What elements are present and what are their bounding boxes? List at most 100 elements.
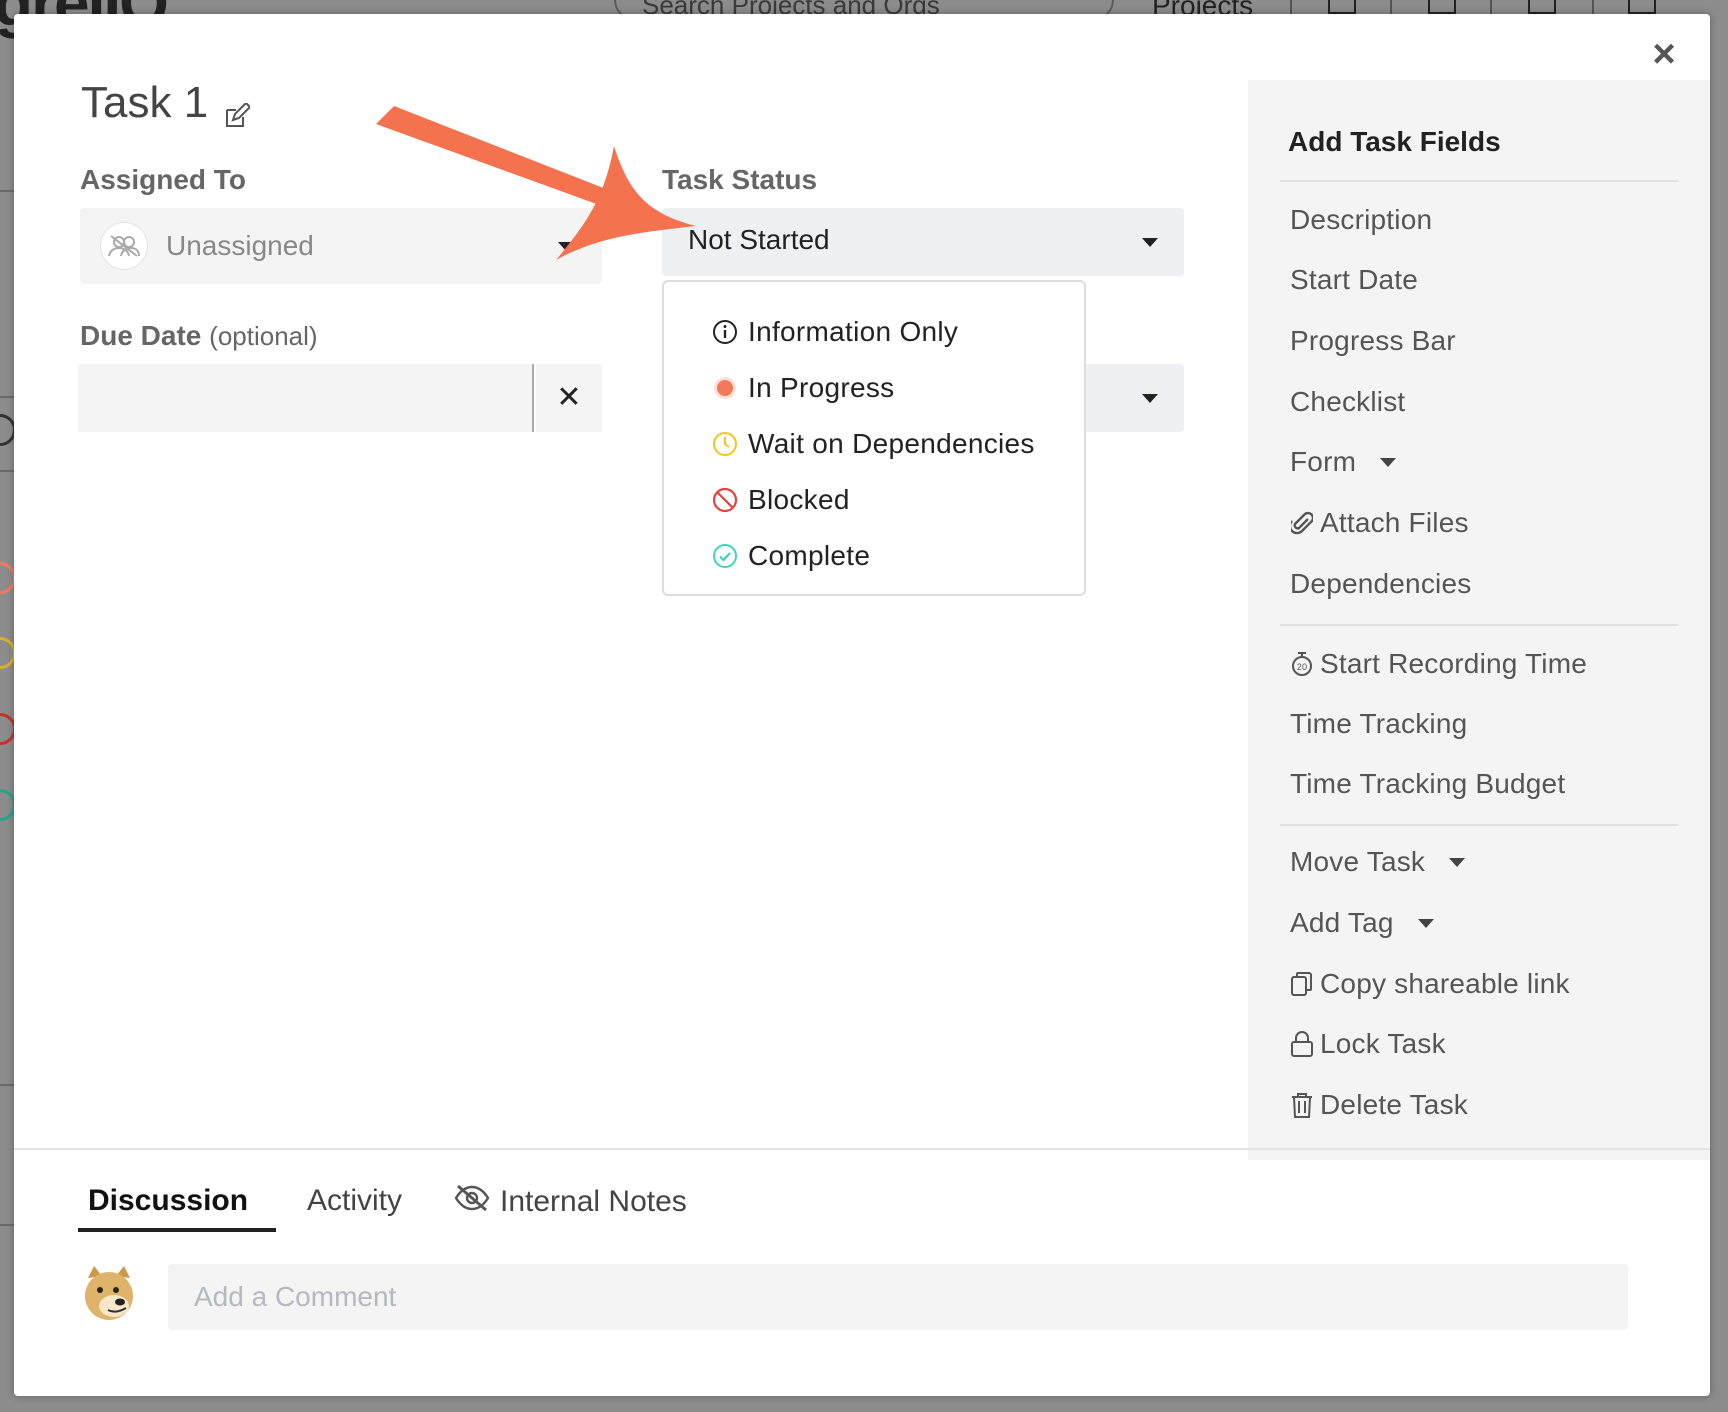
divider <box>0 1224 14 1226</box>
nav-divider <box>1390 0 1392 14</box>
task-title-text: Task 1 <box>81 78 209 127</box>
status-option-information-only[interactable]: Information Only <box>664 304 1084 360</box>
attach-files-button[interactable]: Attach Files <box>1290 507 1469 539</box>
add-progress-bar-button[interactable]: Progress Bar <box>1290 325 1456 357</box>
divider <box>0 470 14 472</box>
home-icon <box>1628 0 1656 14</box>
nav-divider <box>1490 0 1492 14</box>
status-option-label: Wait on Dependencies <box>748 428 1035 459</box>
divider <box>0 190 14 192</box>
trash-icon <box>1290 1092 1314 1118</box>
item-label: Start Recording Time <box>1320 648 1587 679</box>
item-label: Lock Task <box>1320 1028 1446 1059</box>
user-avatar <box>80 1264 138 1324</box>
copy-icon <box>1290 971 1314 997</box>
item-label: Progress Bar <box>1290 325 1456 356</box>
add-start-date-button[interactable]: Start Date <box>1290 264 1418 296</box>
divider <box>14 1148 1710 1150</box>
divider <box>0 396 14 398</box>
status-dropdown-menu: Information Only In Progress Wait on Dep… <box>662 280 1086 596</box>
tab-label: Discussion <box>88 1184 249 1217</box>
due-date-label-text: Due Date <box>80 320 202 351</box>
add-checklist-button[interactable]: Checklist <box>1290 386 1405 418</box>
lock-task-button[interactable]: Lock Task <box>1290 1028 1446 1060</box>
item-label: Attach Files <box>1320 507 1469 538</box>
clock-icon <box>712 431 738 457</box>
lock-icon <box>1290 1031 1314 1057</box>
eye-slash-icon <box>454 1184 490 1220</box>
item-label: Start Date <box>1290 264 1419 295</box>
assigned-to-label: Assigned To <box>80 164 246 195</box>
time-tracking-button[interactable]: Time Tracking <box>1290 708 1467 740</box>
item-label: Form <box>1290 446 1357 477</box>
item-label: Dependencies <box>1290 568 1472 599</box>
comment-input[interactable] <box>168 1264 1628 1330</box>
time-tracking-budget-button[interactable]: Time Tracking Budget <box>1290 768 1565 800</box>
check-circle-icon <box>712 543 738 569</box>
optional-hint: (optional) <box>209 321 318 351</box>
task-title: Task 1 <box>81 78 252 128</box>
close-modal-button[interactable]: × <box>1644 34 1684 74</box>
in-progress-dot-icon <box>712 375 738 401</box>
status-option-label: Blocked <box>748 484 850 515</box>
status-option-label: Complete <box>748 540 871 571</box>
tab-discussion[interactable]: Discussion <box>88 1184 248 1218</box>
start-recording-time-button[interactable]: 20 Start Recording Time <box>1290 648 1587 680</box>
tab-label: Internal Notes <box>500 1185 687 1218</box>
due-date-input[interactable] <box>78 364 534 432</box>
add-description-button[interactable]: Description <box>1290 204 1432 236</box>
divider <box>1280 180 1678 182</box>
item-label: Checklist <box>1290 386 1406 417</box>
delete-task-button[interactable]: Delete Task <box>1290 1089 1468 1121</box>
divider <box>1280 624 1678 626</box>
assignee-value: Unassigned <box>166 230 314 261</box>
item-label: Copy shareable link <box>1320 968 1570 999</box>
tab-label: Activity <box>307 1184 403 1217</box>
status-option-in-progress[interactable]: In Progress <box>664 360 1084 416</box>
divider <box>0 1084 14 1086</box>
info-icon <box>712 319 738 345</box>
caret-down-icon <box>1380 457 1397 467</box>
panel-title: Add Task Fields <box>1288 126 1501 157</box>
task-status-label: Task Status <box>662 164 818 195</box>
tab-activity[interactable]: Activity <box>307 1184 402 1218</box>
chevron-down-icon <box>558 242 574 251</box>
copy-shareable-link-button[interactable]: Copy shareable link <box>1290 968 1570 1000</box>
clear-due-date-button[interactable]: ✕ <box>536 364 602 432</box>
paperclip-icon <box>1290 510 1314 536</box>
divider <box>1280 824 1678 826</box>
caret-down-icon <box>1449 857 1466 867</box>
task-modal: × Task 1 Assigned To Unassigned Task Sta… <box>14 14 1710 1396</box>
status-option-label: Information Only <box>748 316 959 347</box>
item-label: Move Task <box>1290 846 1426 877</box>
assignee-select[interactable]: Unassigned <box>80 208 602 284</box>
item-label: Delete Task <box>1320 1089 1468 1120</box>
status-option-label: In Progress <box>748 372 895 403</box>
due-date-label: Due Date (optional) <box>80 320 318 352</box>
unassigned-avatar-icon <box>100 222 148 270</box>
add-form-button[interactable]: Form <box>1290 446 1397 478</box>
svg-text:20: 20 <box>1297 662 1307 672</box>
status-option-complete[interactable]: Complete <box>664 528 1084 584</box>
status-option-blocked[interactable]: Blocked <box>664 472 1084 528</box>
task-status-value: Not Started <box>688 224 830 255</box>
add-dependencies-button[interactable]: Dependencies <box>1290 568 1471 600</box>
blocked-icon <box>712 487 738 513</box>
move-task-button[interactable]: Move Task <box>1290 846 1466 878</box>
chevron-down-icon <box>1142 238 1158 247</box>
nav-divider <box>1592 0 1594 14</box>
item-label: Time Tracking Budget <box>1290 768 1566 799</box>
status-option-wait-on-dependencies[interactable]: Wait on Dependencies <box>664 416 1084 472</box>
nav-divider <box>1290 0 1292 14</box>
item-label: Add Tag <box>1290 907 1394 938</box>
task-status-select[interactable]: Not Started <box>662 208 1184 276</box>
mail-icon <box>1528 0 1556 14</box>
edit-icon[interactable] <box>224 90 252 127</box>
add-task-fields-panel: Add Task Fields Description Start Date P… <box>1248 80 1710 1160</box>
calendar-icon <box>1428 0 1456 14</box>
add-tag-button[interactable]: Add Tag <box>1290 907 1434 939</box>
tab-internal-notes[interactable]: Internal Notes <box>454 1184 687 1220</box>
item-label: Description <box>1290 204 1433 235</box>
stopwatch-icon: 20 <box>1290 651 1314 677</box>
item-label: Time Tracking <box>1290 708 1468 739</box>
